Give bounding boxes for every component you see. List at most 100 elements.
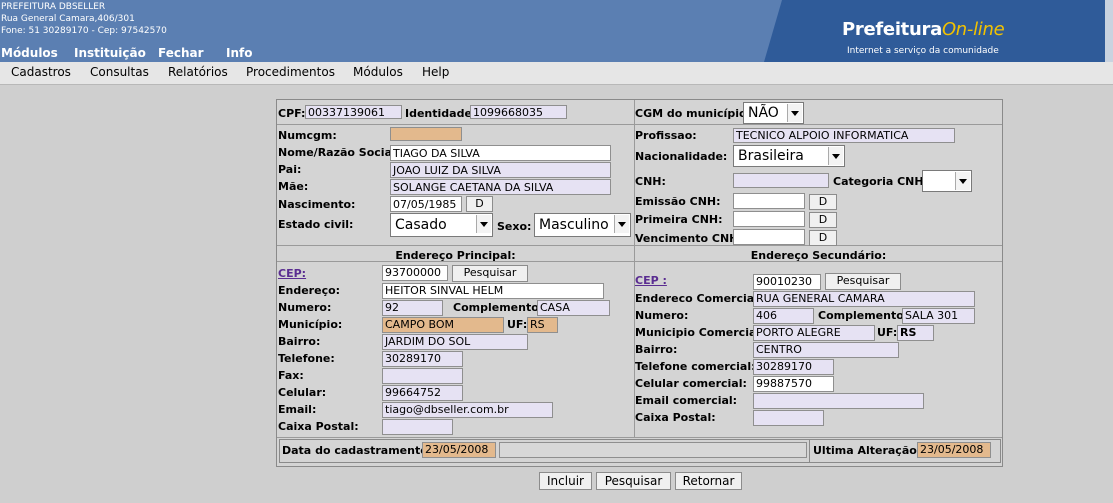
emissao-cnh-field[interactable] <box>733 193 805 209</box>
brand-logo: PrefeituraOn-line <box>842 19 1005 40</box>
telefone-comercial-label: Telefone comercial: <box>635 360 756 373</box>
nacionalidade-select[interactable]: Brasileira <box>733 145 845 167</box>
chevron-down-icon <box>614 215 629 233</box>
cep-secundario-field[interactable]: 90010230 <box>753 274 821 290</box>
caixa-postal-secundario-field[interactable] <box>753 410 824 426</box>
bairro-secundario-label: Bairro: <box>635 343 678 356</box>
estado-civil-label: Estado civil: <box>278 218 354 231</box>
data-cadastramento-field[interactable]: 23/05/2008 <box>422 442 496 458</box>
cgm-municipio-label: CGM do município: <box>635 107 751 120</box>
endereco-principal-field[interactable]: HEITOR SINVAL HELM <box>382 283 604 299</box>
complemento-secundario-label: Complemento: <box>818 309 909 322</box>
identidade-label: Identidade: <box>405 107 477 120</box>
emissao-cnh-label: Emissão CNH: <box>635 195 721 208</box>
celular-principal-field[interactable]: 99664752 <box>382 385 463 401</box>
org-contact: Fone: 51 30289170 - Cep: 97542570 <box>1 26 167 36</box>
numcgm-label: Numcgm: <box>278 129 337 142</box>
top-menu-info[interactable]: Info <box>226 46 252 60</box>
sexo-select[interactable]: Masculino <box>534 213 631 237</box>
email-comercial-label: Email comercial: <box>635 394 738 407</box>
categoria-cnh-select[interactable] <box>922 170 972 192</box>
brand-logo-area: PrefeituraOn-line Internet a serviço da … <box>764 0 1113 62</box>
endereco-comercial-label: Endereco Comercial: <box>635 292 763 305</box>
pai-field[interactable]: JOAO LUIZ DA SILVA <box>390 162 611 178</box>
chevron-down-icon <box>955 172 970 190</box>
bairro-principal-field[interactable]: JARDIM DO SOL <box>382 334 528 350</box>
municipio-principal-field[interactable]: CAMPO BOM <box>382 317 504 333</box>
celular-comercial-label: Celular comercial: <box>635 377 747 390</box>
nascimento-label: Nascimento: <box>278 198 356 211</box>
identidade-field[interactable]: 1099668035 <box>470 105 567 119</box>
cep-principal-field[interactable]: 93700000 <box>382 265 448 281</box>
primeira-cnh-field[interactable] <box>733 211 805 227</box>
uf-principal-label: UF: <box>507 318 528 331</box>
celular-comercial-field[interactable]: 99887570 <box>753 376 834 392</box>
sexo-label: Sexo: <box>497 220 532 233</box>
municipio-principal-label: Município: <box>278 318 343 331</box>
caixa-postal-principal-field[interactable] <box>382 419 453 435</box>
menu-consultas[interactable]: Consultas <box>90 65 149 79</box>
endereco-secundario-title: Endereço Secundário: <box>750 249 887 262</box>
telefone-principal-field[interactable]: 30289170 <box>382 351 463 367</box>
uf-secundario-label: UF: <box>877 326 898 339</box>
profissao-field[interactable]: TECNICO ALPOIO INFORMATICA <box>733 128 955 143</box>
mae-field[interactable]: SOLANGE CAETANA DA SILVA <box>390 179 611 195</box>
top-menu-modulos[interactable]: Módulos <box>1 46 58 60</box>
vencimento-cnh-field[interactable] <box>733 229 805 245</box>
menu-relatorios[interactable]: Relatórios <box>168 65 228 79</box>
nascimento-date-button[interactable]: D <box>466 196 493 212</box>
incluir-button[interactable]: Incluir <box>539 472 592 490</box>
menu-procedimentos[interactable]: Procedimentos <box>246 65 335 79</box>
cep-secundario-link[interactable]: CEP : <box>635 274 667 287</box>
email-principal-label: Email: <box>278 403 317 416</box>
uf-principal-field[interactable]: RS <box>527 317 558 333</box>
chevron-down-icon <box>476 215 491 233</box>
primeira-cnh-date-button[interactable]: D <box>809 212 837 228</box>
cpf-field[interactable]: 00337139061 <box>305 105 402 119</box>
app-header: PREFEITURA DBSELLER Rua General Camara,4… <box>0 0 1113 62</box>
pai-label: Pai: <box>278 163 302 176</box>
municipio-comercial-field[interactable]: PORTO ALEGRE <box>753 325 875 341</box>
brand-tagline: Internet a serviço da comunidade <box>847 46 999 56</box>
top-menu-instituicao[interactable]: Instituição <box>74 46 146 60</box>
uf-secundario-field[interactable]: RS <box>897 325 934 341</box>
chevron-down-icon <box>828 147 843 165</box>
menu-cadastros[interactable]: Cadastros <box>11 65 71 79</box>
data-cadastramento-label: Data do cadastramento: <box>282 444 433 457</box>
estado-civil-select[interactable]: Casado <box>390 213 493 237</box>
numero-secundario-field[interactable]: 406 <box>753 308 814 324</box>
vencimento-cnh-date-button[interactable]: D <box>809 230 837 246</box>
nome-field[interactable]: TIAGO DA SILVA <box>390 145 611 161</box>
bairro-secundario-field[interactable]: CENTRO <box>753 342 899 358</box>
retornar-button[interactable]: Retornar <box>675 472 742 490</box>
pesquisar-cep-secundario-button[interactable]: Pesquisar <box>825 273 901 290</box>
telefone-principal-label: Telefone: <box>278 352 335 365</box>
cep-principal-link[interactable]: CEP: <box>278 267 306 280</box>
complemento-secundario-field[interactable]: SALA 301 <box>902 308 975 324</box>
endereco-comercial-field[interactable]: RUA GENERAL CAMARA <box>753 291 975 307</box>
numcgm-field[interactable] <box>390 127 462 141</box>
numero-secundario-label: Numero: <box>635 309 689 322</box>
telefone-comercial-field[interactable]: 30289170 <box>753 359 834 375</box>
complemento-principal-field[interactable]: CASA <box>537 300 610 316</box>
pesquisar-button[interactable]: Pesquisar <box>596 472 671 490</box>
ultima-alteracao-field[interactable]: 23/05/2008 <box>917 442 991 458</box>
ultima-alteracao-label: Ultima Alteração : <box>813 444 926 457</box>
caixa-postal-principal-label: Caixa Postal: <box>278 420 359 433</box>
email-comercial-field[interactable] <box>753 393 924 409</box>
nascimento-field[interactable]: 07/05/1985 <box>390 196 462 212</box>
menu-help[interactable]: Help <box>422 65 449 79</box>
emissao-cnh-date-button[interactable]: D <box>809 194 837 210</box>
bairro-principal-label: Bairro: <box>278 335 321 348</box>
cnh-field[interactable] <box>733 173 829 188</box>
numero-principal-field[interactable]: 92 <box>382 300 443 316</box>
fax-field[interactable] <box>382 368 463 384</box>
top-menu-fechar[interactable]: Fechar <box>158 46 204 60</box>
numero-principal-label: Numero: <box>278 301 332 314</box>
org-info: PREFEITURA DBSELLER Rua General Camara,4… <box>1 1 167 37</box>
email-principal-field[interactable]: tiago@dbseller.com.br <box>382 402 553 418</box>
pesquisar-cep-principal-button[interactable]: Pesquisar <box>452 265 528 282</box>
menu-modulos[interactable]: Módulos <box>353 65 403 79</box>
cpf-label: CPF: <box>278 107 306 120</box>
cgm-municipio-select[interactable]: NÃO <box>743 102 804 124</box>
